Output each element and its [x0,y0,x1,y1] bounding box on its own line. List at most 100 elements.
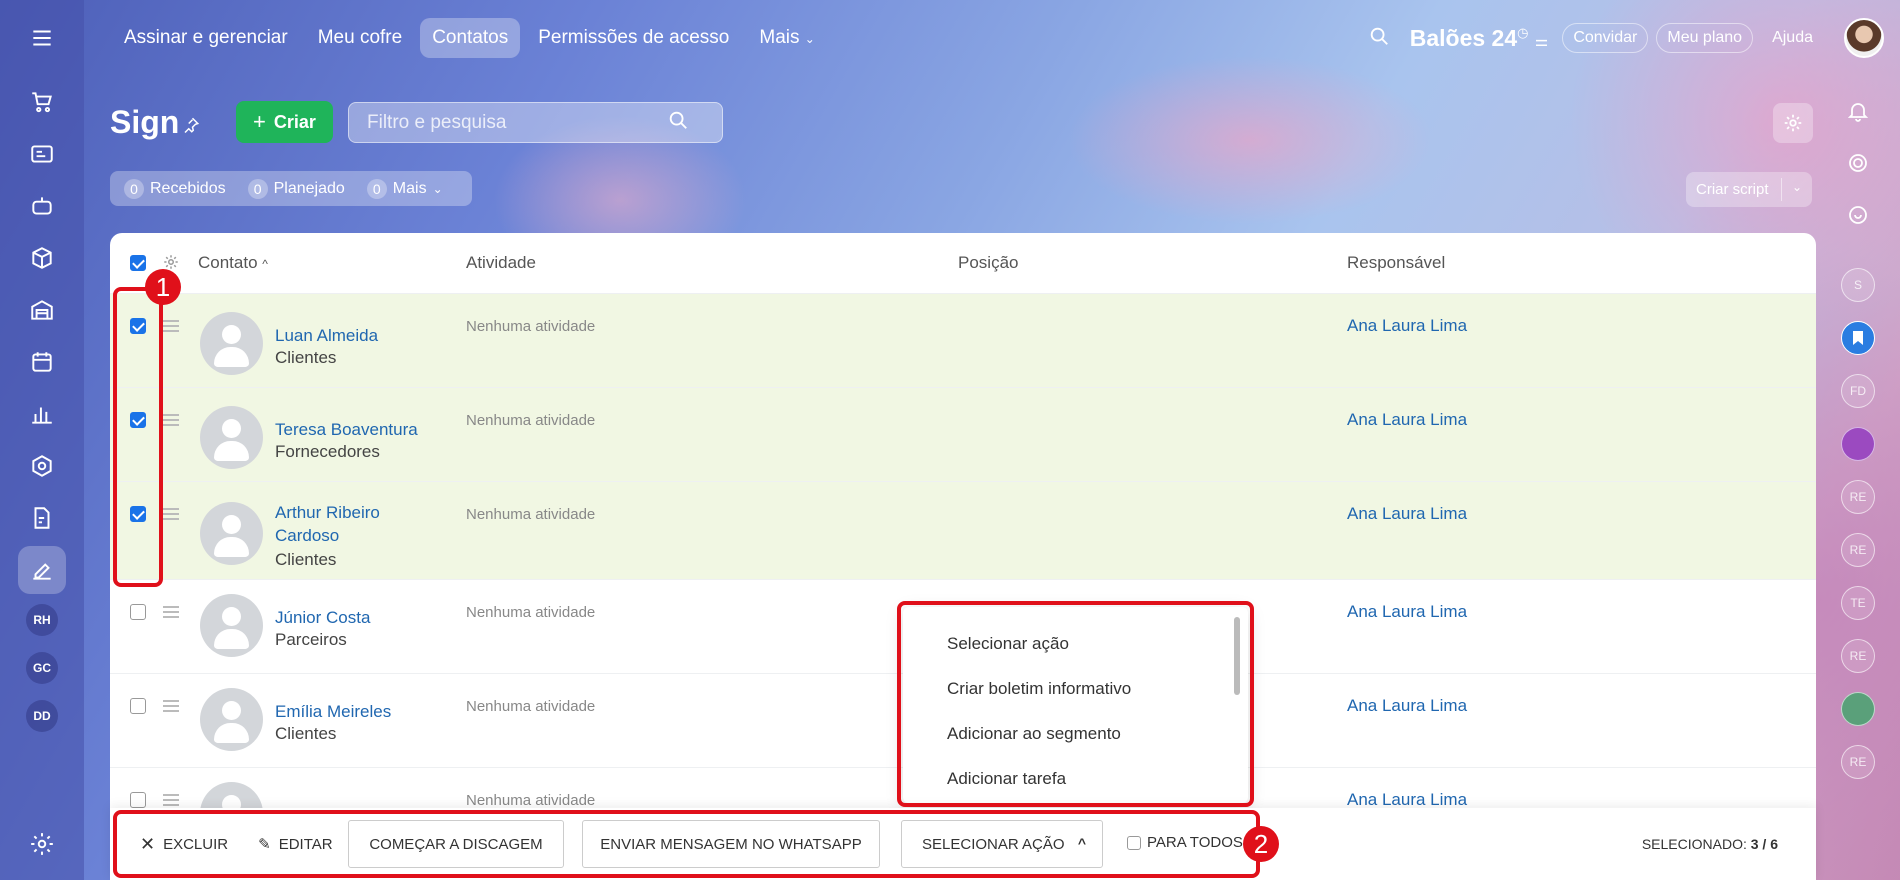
nav-mais[interactable]: Mais ⌄ [747,18,826,58]
select-all-checkbox[interactable] [130,255,146,271]
bell-icon[interactable] [1841,94,1875,128]
nav-assinar-gerenciar[interactable]: Assinar e gerenciar [112,18,300,58]
owner-link[interactable]: Ana Laura Lima [1347,316,1467,336]
right-avatar-s[interactable]: S [1841,268,1875,302]
column-contato[interactable]: Contato ^ [198,253,268,273]
invite-button[interactable]: Convidar [1562,23,1649,53]
contact-name-link[interactable]: Arthur Ribeiro Cardoso [275,501,405,547]
annotation-box-1 [113,287,163,587]
right-avatar-re-1[interactable]: RE [1841,480,1875,514]
counter-badge: 0 [124,178,144,199]
my-plan-button[interactable]: Meu plano [1656,23,1754,53]
activity-status: Nenhuma atividade [466,604,596,621]
gear-icon [1784,114,1802,132]
nav-mais-label: Mais [759,27,800,48]
drag-handle-icon[interactable] [163,700,179,715]
bookmark-icon[interactable] [1841,321,1875,355]
filter-search[interactable] [348,102,723,143]
right-avatar-purple[interactable] [1841,427,1875,461]
counter-recebidos[interactable]: 0 Recebidos [124,178,226,199]
copilot-icon[interactable] [1841,146,1875,180]
drag-handle-icon[interactable] [163,794,179,809]
drag-handle-icon[interactable] [163,414,179,429]
owner-link[interactable]: Ana Laura Lima [1347,410,1467,430]
right-avatar-re-3[interactable]: RE [1841,639,1875,673]
contact-name-link[interactable]: Luan Almeida [275,324,405,347]
row-checkbox[interactable] [130,604,146,620]
create-button[interactable]: + Criar [236,101,333,143]
nav-meu-cofre[interactable]: Meu cofre [306,18,414,58]
settings-gear-icon[interactable] [18,820,66,868]
table-row[interactable]: Arthur Ribeiro Cardoso Clientes Nenhuma … [110,481,1816,579]
contact-name-link[interactable]: Emília Meireles [275,700,405,723]
chart-icon[interactable] [18,390,66,438]
user-avatar[interactable] [1844,18,1884,58]
contact-type: Fornecedores [275,442,380,461]
table-row[interactable]: Luan Almeida Clientes Nenhuma atividade … [110,293,1816,387]
counter-mais[interactable]: 0 Mais ⌄ [366,178,443,199]
pin-icon[interactable] [182,116,200,139]
create-script-label: Criar script [1696,181,1769,198]
right-avatar-re-4[interactable]: RE [1841,745,1875,779]
counter-planejado[interactable]: 0 Planejado [247,178,345,199]
search-icon[interactable] [667,109,689,136]
brand-name: Balões 24 [1409,24,1518,51]
create-script-button[interactable]: Criar script ⌄ [1686,172,1812,207]
contact-avatar [200,312,263,375]
table-row[interactable]: Teresa Boaventura Fornecedores Nenhuma a… [110,387,1816,481]
counter-badge: 0 [247,178,268,199]
help-button[interactable]: Ajuda [1761,23,1824,53]
right-avatar-map[interactable] [1841,692,1875,726]
sort-asc-icon: ^ [262,257,268,271]
drag-handle-icon[interactable] [163,508,179,523]
owner-link[interactable]: Ana Laura Lima [1347,696,1467,716]
warehouse-icon[interactable] [18,286,66,334]
activity-status: Nenhuma atividade [466,506,596,523]
annotation-number-2: 2 [1243,826,1279,862]
row-checkbox[interactable] [130,698,146,714]
calendar-icon[interactable] [18,338,66,386]
drag-handle-icon[interactable] [163,606,179,621]
right-avatar-re-2[interactable]: RE [1841,533,1875,567]
menu-icon[interactable] [18,14,66,62]
contact-name-link[interactable]: Teresa Boaventura [275,418,435,441]
document-edit-icon[interactable] [18,494,66,542]
avatar-gc[interactable]: GC [26,652,58,684]
right-avatar-fd[interactable]: FD [1841,374,1875,408]
hexagon-icon[interactable] [18,442,66,490]
row-checkbox[interactable] [130,792,146,808]
search-input[interactable] [367,111,667,134]
selected-count: Selecionado: 3 / 6 [1642,836,1778,852]
page-settings-button[interactable] [1773,103,1813,143]
right-avatar-te[interactable]: TE [1841,586,1875,620]
owner-link[interactable]: Ana Laura Lima [1347,504,1467,524]
contact-name-link[interactable]: Júnior Costa [275,606,405,629]
brand-logo[interactable]: Balões 24◷ ⚌ [1410,25,1549,52]
search-icon[interactable] [1368,25,1390,52]
owner-link[interactable]: Ana Laura Lima [1347,790,1467,810]
sliders-icon: ⚌ [1534,32,1549,50]
chat-search-icon[interactable] [1841,198,1875,232]
activity-status: Nenhuma atividade [466,698,596,715]
owner-link[interactable]: Ana Laura Lima [1347,602,1467,622]
column-responsavel[interactable]: Responsável [1347,253,1445,273]
selected-count-value: 3 / 6 [1750,836,1778,852]
chevron-down-icon[interactable]: ⌄ [1792,180,1802,194]
contact-type: Parceiros [275,630,347,649]
contact-card-icon[interactable] [18,130,66,178]
column-posicao[interactable]: Posição [958,253,1018,273]
sign-icon[interactable] [18,546,66,594]
box-icon[interactable] [18,234,66,282]
topbar-right: Balões 24◷ ⚌ Convidar Meu plano Ajuda [1368,0,1900,76]
avatar-dd[interactable]: DD [26,700,58,732]
clock-icon: ◷ [1517,24,1529,40]
nav-permissoes[interactable]: Permissões de acesso [526,18,741,58]
nav-contatos[interactable]: Contatos [420,18,521,58]
avatar-rh[interactable]: RH [26,604,58,636]
counter-label: Recebidos [150,179,226,197]
robot-icon[interactable] [18,182,66,230]
drag-handle-icon[interactable] [163,320,179,335]
contact-type: Clientes [275,724,337,743]
column-atividade[interactable]: Atividade [466,253,536,273]
cart-icon[interactable] [18,78,66,126]
